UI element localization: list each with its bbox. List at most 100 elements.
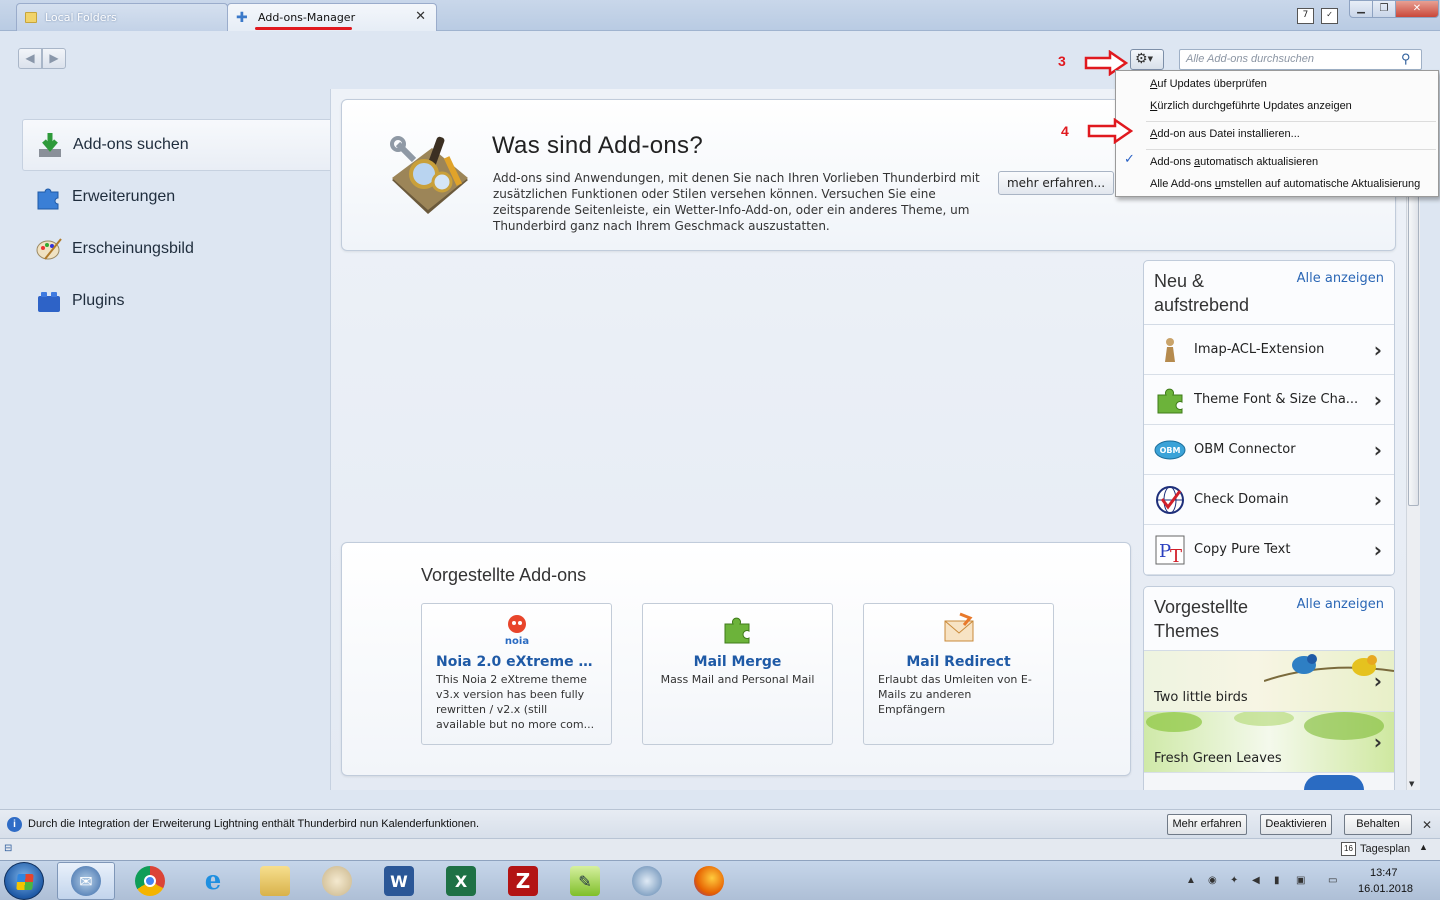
taskbar-app-internet-explorer[interactable]: e bbox=[184, 862, 242, 900]
learn-more-button[interactable]: Mehr erfahren bbox=[1167, 814, 1247, 835]
forward-button[interactable]: ▶ bbox=[42, 48, 66, 69]
tab-strip: Local Folders ✚ Add-ons-Manager ✕ 7 ✓ ▁ … bbox=[0, 0, 1440, 31]
taskbar-app-chrome[interactable] bbox=[121, 862, 179, 900]
item-name: Copy Pure Text bbox=[1194, 542, 1291, 557]
gear-menu-button[interactable]: ⚙▼ bbox=[1130, 49, 1164, 70]
checkmark-icon: ✓ bbox=[1124, 151, 1135, 166]
featured-card-mail-redirect[interactable]: Mail Redirect Erlaubt das Umleiten von E… bbox=[863, 603, 1054, 745]
close-icon[interactable]: ✕ bbox=[1422, 818, 1432, 832]
status-bar: ⊟ 16 Tagesplan ▲ bbox=[0, 839, 1440, 860]
menu-separator bbox=[1146, 149, 1436, 150]
sidebar-item-plugins[interactable]: Plugins bbox=[22, 275, 330, 327]
security-icon[interactable]: ✦ bbox=[1230, 875, 1242, 887]
theme-item-partial bbox=[1144, 773, 1394, 790]
featured-themes-panel: Vorgestellte Themes Alle anzeigen Two li… bbox=[1143, 586, 1395, 790]
menu-item-view-recent-updates[interactable]: Kürzlich durchgeführte Updates anzeigen bbox=[1150, 100, 1352, 112]
taskbar-app-firefox[interactable] bbox=[680, 862, 738, 900]
menu-item-install-from-file[interactable]: Add-on aus Datei installieren... bbox=[1150, 128, 1300, 140]
palette-icon bbox=[34, 234, 64, 264]
featured-name: Mail Redirect bbox=[906, 654, 1011, 670]
show-all-link[interactable]: Alle anzeigen bbox=[1297, 597, 1384, 612]
close-window-button[interactable]: ✕ bbox=[1395, 0, 1439, 18]
leaves-image bbox=[1146, 712, 1384, 740]
taskbar-app-notepad[interactable]: ✎ bbox=[556, 862, 614, 900]
close-tab-icon[interactable]: ✕ bbox=[415, 9, 426, 24]
device-icon[interactable]: ▣ bbox=[1296, 875, 1308, 887]
thunderbird-icon: ✉ bbox=[71, 866, 101, 896]
chevron-right-icon: › bbox=[1373, 669, 1382, 693]
theme-item-fresh-green-leaves[interactable]: Fresh Green Leaves › bbox=[1144, 712, 1394, 773]
featured-desc: This Noia 2 eXtreme theme v3.x version h… bbox=[436, 673, 595, 731]
list-item[interactable]: Check Domain › bbox=[1144, 475, 1394, 525]
panel-header: Vorgestellte Themes Alle anzeigen bbox=[1144, 587, 1394, 651]
deactivate-button[interactable]: Deaktivieren bbox=[1260, 814, 1332, 835]
list-item[interactable]: Imap-ACL-Extension › bbox=[1144, 325, 1394, 375]
chevron-right-icon: › bbox=[1373, 537, 1382, 562]
sidebar-item-discover[interactable]: Add-ons suchen bbox=[22, 119, 330, 171]
theme-item-two-little-birds[interactable]: Two little birds › bbox=[1144, 651, 1394, 712]
learn-more-button[interactable]: mehr erfahren... bbox=[998, 171, 1114, 195]
today-pane-toggle[interactable]: Tagesplan bbox=[1360, 843, 1410, 855]
menu-separator bbox=[1146, 121, 1436, 122]
chevron-up-icon[interactable]: ▲ bbox=[1419, 842, 1428, 852]
filezilla-icon: Z bbox=[508, 866, 538, 896]
maximize-button[interactable]: ❐ bbox=[1372, 0, 1396, 18]
calendar-icon[interactable]: 7 bbox=[1297, 8, 1314, 24]
svg-text:noia: noia bbox=[504, 636, 528, 646]
show-hidden-icons[interactable]: ▲ bbox=[1186, 875, 1198, 887]
system-tray: ▲ ◉ ✦ ◀ ▮ ▣ ▭ 13:47 16.01.2018 bbox=[1180, 861, 1440, 900]
scroll-down-icon[interactable]: ▼ bbox=[1409, 780, 1414, 788]
obm-icon: OBM bbox=[1154, 434, 1186, 466]
featured-card-noia[interactable]: noia Noia 2.0 eXtreme (v... This Noia 2 … bbox=[421, 603, 612, 745]
item-name: Imap-ACL-Extension bbox=[1194, 342, 1325, 357]
sidebar-item-label: Erweiterungen bbox=[72, 188, 176, 205]
network-status-icon: ⊟ bbox=[4, 843, 13, 854]
start-button[interactable] bbox=[4, 862, 44, 900]
network-icon[interactable]: ▮ bbox=[1274, 875, 1286, 887]
taskbar-app-filezilla[interactable]: Z bbox=[494, 862, 552, 900]
list-item[interactable]: OBM OBM Connector › bbox=[1144, 425, 1394, 475]
action-center-icon[interactable]: ▭ bbox=[1328, 875, 1340, 887]
featured-card-mail-merge[interactable]: Mail Merge Mass Mail and Personal Mail bbox=[642, 603, 833, 745]
tab-addons-manager[interactable]: ✚ Add-ons-Manager ✕ bbox=[227, 3, 437, 31]
puzzle-icon bbox=[34, 182, 64, 212]
menu-item-check-updates[interactable]: Auf Updates überprüfen bbox=[1150, 78, 1267, 90]
notification-text: Durch die Integration der Erweiterung Li… bbox=[28, 818, 480, 830]
taskbar: ✉ e W X Z ✎ ▲ ◉ ✦ ◀ ▮ ▣ ▭ 13:47 16.01.20… bbox=[0, 860, 1440, 900]
taskbar-app-thunderbird[interactable]: ✉ bbox=[57, 862, 115, 900]
list-item[interactable]: PT Copy Pure Text › bbox=[1144, 525, 1394, 575]
menu-item-reset-all-auto-update[interactable]: Alle Add-ons umstellen auf automatische … bbox=[1150, 178, 1420, 190]
back-button[interactable]: ◀ bbox=[18, 48, 42, 69]
taskbar-app-file-explorer[interactable] bbox=[246, 862, 304, 900]
panel-header: Neu & aufstrebend Alle anzeigen bbox=[1144, 261, 1394, 325]
search-input[interactable]: Alle Add-ons durchsuchen ⚲ bbox=[1179, 49, 1422, 70]
notification-bar: i Durch die Integration der Erweiterung … bbox=[0, 809, 1440, 839]
tasks-icon[interactable]: ✓ bbox=[1321, 8, 1338, 24]
list-item[interactable]: Theme Font & Size Cha... › bbox=[1144, 375, 1394, 425]
taskbar-app-paint[interactable] bbox=[308, 862, 366, 900]
volume-icon[interactable]: ◀ bbox=[1252, 875, 1264, 887]
taskbar-app-word[interactable]: W bbox=[370, 862, 428, 900]
clock-time[interactable]: 13:47 bbox=[1370, 867, 1398, 879]
sidebar-item-extensions[interactable]: Erweiterungen bbox=[22, 171, 330, 223]
sidebar-item-appearance[interactable]: Erscheinungsbild bbox=[22, 223, 330, 275]
search-icon[interactable]: ⚲ bbox=[1401, 51, 1417, 67]
word-icon: W bbox=[384, 866, 414, 896]
minimize-button[interactable]: ▁ bbox=[1349, 0, 1373, 18]
tab-label: Add-ons-Manager bbox=[258, 11, 356, 24]
sidebar-item-label: Plugins bbox=[72, 292, 125, 309]
show-all-link[interactable]: Alle anzeigen bbox=[1297, 271, 1384, 286]
clock-date[interactable]: 16.01.2018 bbox=[1358, 883, 1413, 895]
network-icon bbox=[632, 866, 662, 896]
tab-local-folders[interactable]: Local Folders bbox=[16, 3, 228, 31]
puzzle-icon bbox=[1154, 384, 1186, 416]
gear-icon: ⚙ bbox=[1135, 51, 1148, 67]
featured-desc: Mass Mail and Personal Mail bbox=[660, 673, 815, 686]
taskbar-app-network[interactable] bbox=[618, 862, 676, 900]
keep-button[interactable]: Behalten bbox=[1344, 814, 1412, 835]
taskbar-app-excel[interactable]: X bbox=[432, 862, 490, 900]
menu-item-auto-update[interactable]: Add-ons automatisch aktualisieren bbox=[1150, 156, 1318, 168]
globe-icon[interactable]: ◉ bbox=[1208, 875, 1220, 887]
folder-icon bbox=[260, 866, 290, 896]
chevron-right-icon: › bbox=[1373, 730, 1382, 754]
